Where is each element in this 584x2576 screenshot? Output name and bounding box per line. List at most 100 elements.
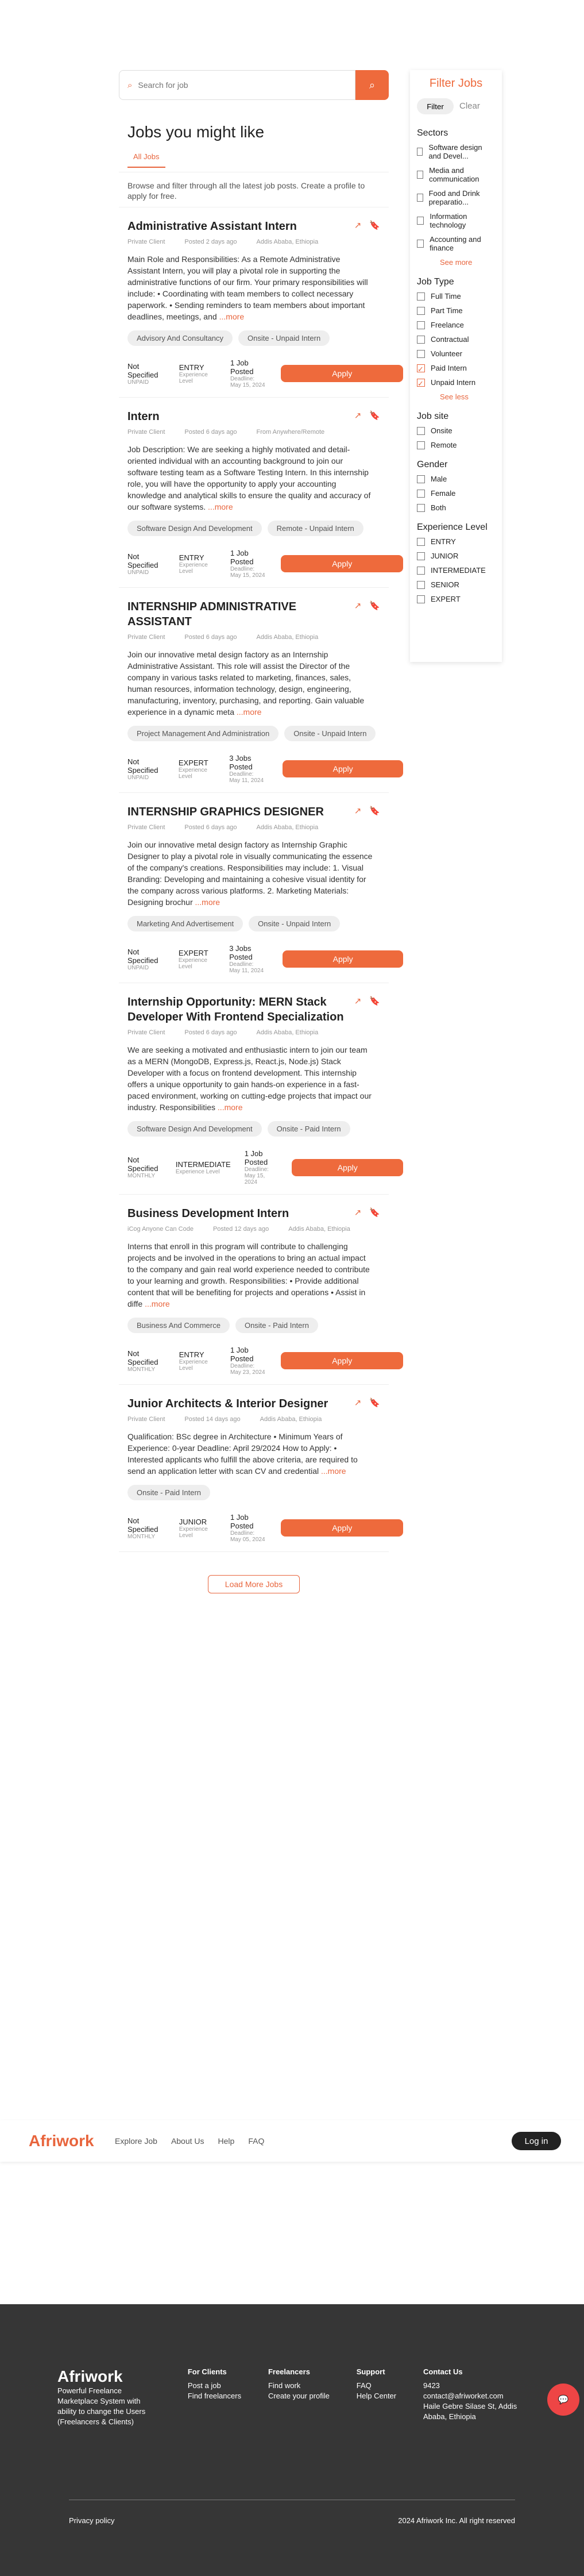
search-input-wrapper[interactable]: ⌕	[119, 70, 355, 100]
login-button[interactable]: Log in	[512, 2132, 561, 2150]
filter-checkbox[interactable]: Software design and Devel...	[417, 143, 495, 160]
filter-checkbox[interactable]: Male	[417, 475, 495, 483]
filter-checkbox[interactable]: Contractual	[417, 335, 495, 344]
filter-checkbox[interactable]: Food and Drink preparatio...	[417, 189, 495, 206]
afriwork-logo[interactable]: Afriwork	[29, 2132, 115, 2150]
footer-item[interactable]: 9423	[423, 2381, 527, 2391]
bookmark-icon[interactable]: 🔖	[369, 410, 380, 421]
share-icon[interactable]: ↗	[354, 1397, 362, 1408]
more-link[interactable]: ...more	[145, 1299, 170, 1308]
filter-checkbox[interactable]: ENTRY	[417, 537, 495, 546]
filter-checkbox[interactable]: ✓ Unpaid Intern	[417, 378, 495, 388]
job-tag[interactable]: Onsite - Unpaid Intern	[238, 330, 330, 346]
bookmark-icon[interactable]: 🔖	[369, 600, 380, 611]
job-tag[interactable]: Onsite - Paid Intern	[127, 1485, 210, 1500]
footer-item[interactable]: contact@afriworket.com	[423, 2391, 527, 2401]
job-tag[interactable]: Onsite - Unpaid Intern	[284, 726, 376, 741]
footer-item[interactable]: Post a job	[188, 2381, 241, 2391]
footer-item[interactable]: Create your profile	[268, 2391, 330, 2401]
job-tag[interactable]: Marketing And Advertisement	[127, 916, 243, 931]
search-button[interactable]: ⌕	[355, 70, 389, 100]
see-less-link[interactable]: See less	[440, 392, 495, 401]
job-tag[interactable]: Onsite - Paid Intern	[235, 1318, 318, 1333]
job-card[interactable]: INTERNSHIP ADMINISTRATIVE ASSISTANT ↗ 🔖 P…	[119, 588, 403, 793]
more-link[interactable]: ...more	[195, 898, 221, 907]
share-icon[interactable]: ↗	[354, 600, 362, 611]
apply-button[interactable]: Apply	[281, 1352, 403, 1369]
share-icon[interactable]: ↗	[354, 996, 362, 1006]
filter-checkbox[interactable]: Freelance	[417, 321, 495, 329]
bookmark-icon[interactable]: 🔖	[369, 1207, 380, 1218]
job-card[interactable]: Administrative Assistant Intern ↗ 🔖 Priva…	[119, 207, 403, 398]
apply-button[interactable]: Apply	[283, 950, 403, 968]
nav-link[interactable]: Explore Job	[115, 2136, 157, 2146]
bookmark-icon[interactable]: 🔖	[369, 996, 380, 1006]
clear-link[interactable]: Clear	[459, 98, 480, 114]
filter-checkbox[interactable]: Accounting and finance	[417, 235, 495, 252]
apply-button[interactable]: Apply	[283, 760, 403, 777]
filter-checkbox[interactable]: Media and communication	[417, 166, 495, 183]
tab-all-jobs[interactable]: All Jobs	[127, 152, 165, 168]
job-title[interactable]: Junior Architects & Interior Designer	[127, 1396, 357, 1411]
filter-checkbox[interactable]: ✓ Paid Intern	[417, 364, 495, 373]
bookmark-icon[interactable]: 🔖	[369, 806, 380, 816]
apply-button[interactable]: Apply	[292, 1158, 403, 1176]
see-more-link[interactable]: See more	[440, 258, 495, 267]
job-card[interactable]: Internship Opportunity: MERN Stack Devel…	[119, 983, 403, 1195]
load-more-button[interactable]: Load More Jobs	[208, 1575, 300, 1593]
bookmark-icon[interactable]: 🔖	[369, 220, 380, 230]
footer-item[interactable]: FAQ	[357, 2381, 396, 2391]
apply-button[interactable]: Apply	[281, 365, 403, 382]
job-tag[interactable]: Software Design And Development	[127, 521, 262, 536]
share-icon[interactable]: ↗	[354, 410, 362, 421]
job-tag[interactable]: Onsite - Unpaid Intern	[249, 916, 341, 931]
more-link[interactable]: ...more	[208, 502, 233, 511]
job-tag[interactable]: Software Design And Development	[127, 1121, 262, 1137]
filter-checkbox[interactable]: Remote	[417, 441, 495, 449]
share-icon[interactable]: ↗	[354, 806, 362, 816]
job-card[interactable]: Intern ↗ 🔖 Private Client Posted 6 days ag…	[119, 398, 403, 588]
filter-checkbox[interactable]: Volunteer	[417, 349, 495, 358]
job-tag[interactable]: Business And Commerce	[127, 1318, 230, 1333]
job-title[interactable]: Internship Opportunity: MERN Stack Devel…	[127, 995, 357, 1025]
filter-checkbox[interactable]: Both	[417, 503, 495, 512]
apply-button[interactable]: Apply	[281, 1519, 403, 1537]
job-tag[interactable]: Remote - Unpaid Intern	[267, 521, 363, 536]
more-link[interactable]: ...more	[219, 312, 245, 321]
job-tag[interactable]: Advisory And Consultancy	[127, 330, 233, 346]
footer-item[interactable]: Help Center	[357, 2391, 396, 2401]
filter-checkbox[interactable]: Part Time	[417, 306, 495, 315]
filter-checkbox[interactable]: INTERMEDIATE	[417, 566, 495, 575]
more-link[interactable]: ...more	[218, 1103, 243, 1112]
apply-button[interactable]: Apply	[281, 555, 403, 572]
job-card[interactable]: Business Development Intern ↗ 🔖 iCog Anyo…	[119, 1195, 403, 1385]
privacy-link[interactable]: Privacy policy	[69, 2516, 114, 2525]
filter-checkbox[interactable]: SENIOR	[417, 580, 495, 589]
filter-checkbox[interactable]: Female	[417, 489, 495, 498]
filter-checkbox[interactable]: Onsite	[417, 426, 495, 435]
job-tag[interactable]: Project Management And Administration	[127, 726, 279, 741]
job-card[interactable]: Junior Architects & Interior Designer ↗ 🔖…	[119, 1385, 403, 1552]
nav-link[interactable]: About Us	[171, 2136, 204, 2146]
bookmark-icon[interactable]: 🔖	[369, 1397, 380, 1408]
nav-link[interactable]: FAQ	[248, 2136, 264, 2146]
job-card[interactable]: INTERNSHIP GRAPHICS DESIGNER ↗ 🔖 Private …	[119, 793, 403, 983]
job-title[interactable]: Intern	[127, 409, 357, 424]
filter-checkbox[interactable]: EXPERT	[417, 595, 495, 603]
nav-link[interactable]: Help	[218, 2136, 235, 2146]
filter-checkbox[interactable]: JUNIOR	[417, 552, 495, 560]
more-link[interactable]: ...more	[321, 1466, 346, 1476]
filter-checkbox[interactable]: Information technology	[417, 212, 495, 229]
more-link[interactable]: ...more	[237, 707, 262, 717]
job-title[interactable]: INTERNSHIP ADMINISTRATIVE ASSISTANT	[127, 599, 357, 629]
share-icon[interactable]: ↗	[354, 220, 362, 230]
footer-item[interactable]: Find work	[268, 2381, 330, 2391]
filter-button[interactable]: Filter	[417, 98, 454, 114]
job-title[interactable]: Administrative Assistant Intern	[127, 219, 357, 234]
footer-item[interactable]: Find freelancers	[188, 2391, 241, 2401]
job-title[interactable]: INTERNSHIP GRAPHICS DESIGNER	[127, 804, 357, 819]
chat-button[interactable]: 💬	[547, 2384, 579, 2416]
filter-checkbox[interactable]: Full Time	[417, 292, 495, 301]
job-title[interactable]: Business Development Intern	[127, 1206, 357, 1221]
share-icon[interactable]: ↗	[354, 1207, 362, 1218]
